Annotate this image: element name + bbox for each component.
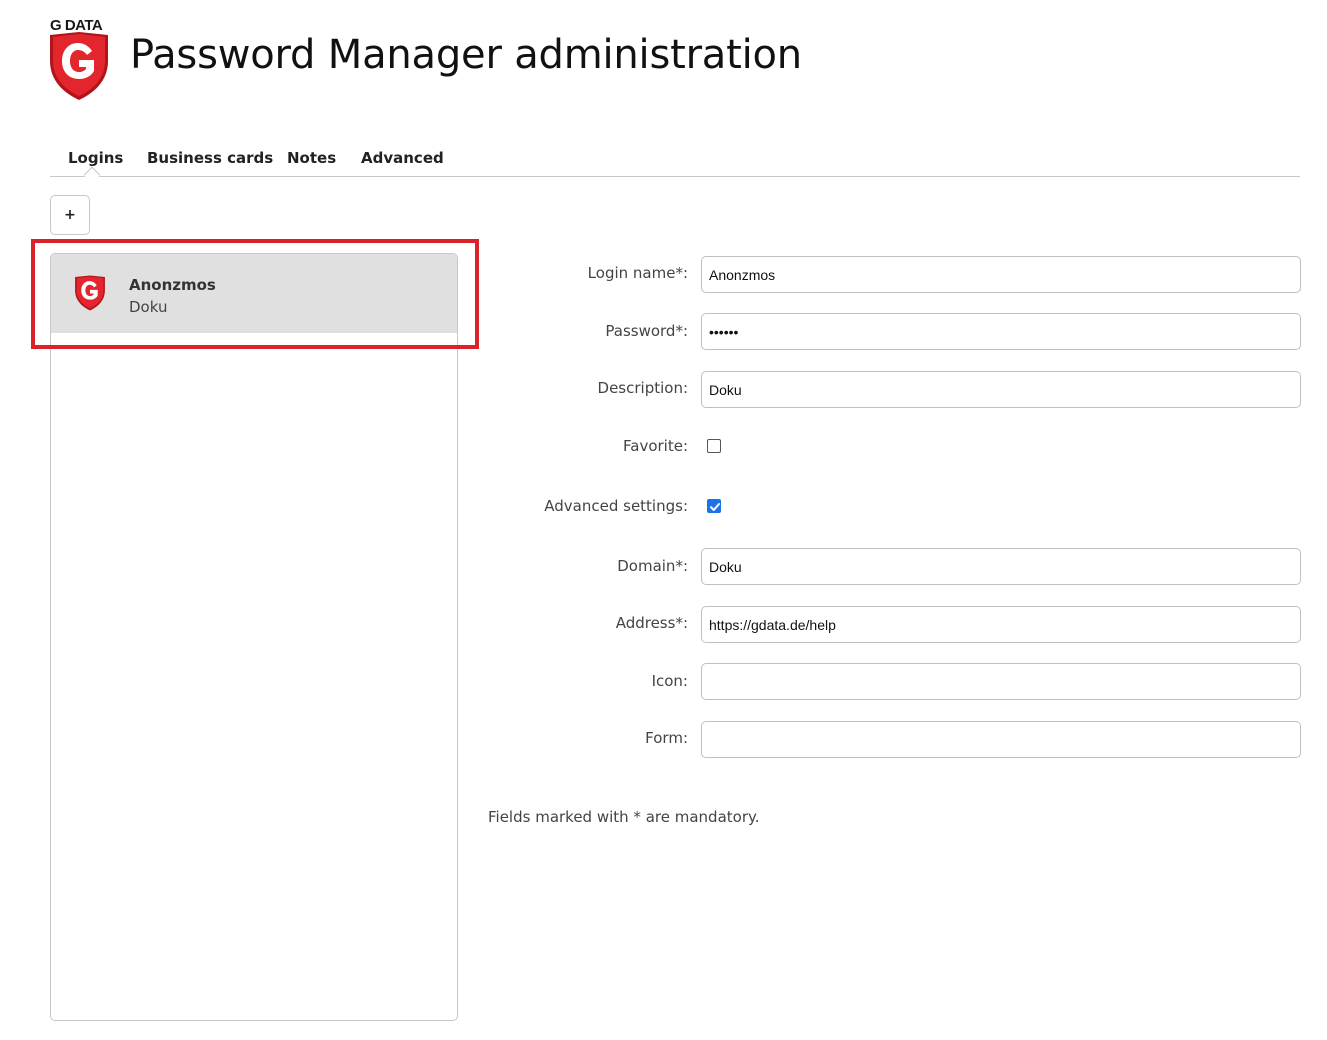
login-name-input[interactable] — [701, 256, 1301, 293]
login-item-description: Doku — [129, 298, 168, 316]
gdata-shield-icon — [50, 32, 108, 100]
domain-label: Domain*: — [617, 557, 688, 575]
add-login-button[interactable]: + — [50, 195, 90, 235]
advanced-settings-checkbox[interactable] — [707, 499, 721, 513]
icon-label: Icon: — [651, 672, 688, 690]
tab-logins[interactable]: Logins — [68, 149, 123, 167]
login-list[interactable]: Anonzmos Doku — [50, 253, 458, 1021]
advanced-settings-label: Advanced settings: — [544, 497, 688, 515]
icon-input[interactable] — [701, 663, 1301, 700]
favorite-checkbox[interactable] — [707, 439, 721, 453]
address-input[interactable] — [701, 606, 1301, 643]
gdata-shield-icon — [74, 275, 106, 315]
page-title: Password Manager administration — [130, 32, 802, 78]
description-input[interactable] — [701, 371, 1301, 408]
active-tab-indicator — [83, 166, 101, 184]
checkmark-icon — [710, 503, 720, 511]
form-label: Form: — [645, 729, 688, 747]
gdata-logo: G DATA — [48, 17, 112, 101]
login-name-label: Login name*: — [587, 264, 688, 282]
description-label: Description: — [597, 379, 688, 397]
favorite-label: Favorite: — [623, 437, 688, 455]
tab-notes[interactable]: Notes — [287, 149, 336, 167]
tab-bar: Logins Business cards Notes Advanced — [50, 140, 1300, 184]
form-input[interactable] — [701, 721, 1301, 758]
domain-input[interactable] — [701, 548, 1301, 585]
mandatory-note: Fields marked with * are mandatory. — [488, 808, 760, 826]
login-item-name: Anonzmos — [129, 276, 216, 294]
address-label: Address*: — [615, 614, 688, 632]
password-label: Password*: — [605, 322, 688, 340]
tab-business-cards[interactable]: Business cards — [147, 149, 273, 167]
tab-advanced[interactable]: Advanced — [361, 149, 444, 167]
password-input[interactable] — [701, 313, 1301, 350]
